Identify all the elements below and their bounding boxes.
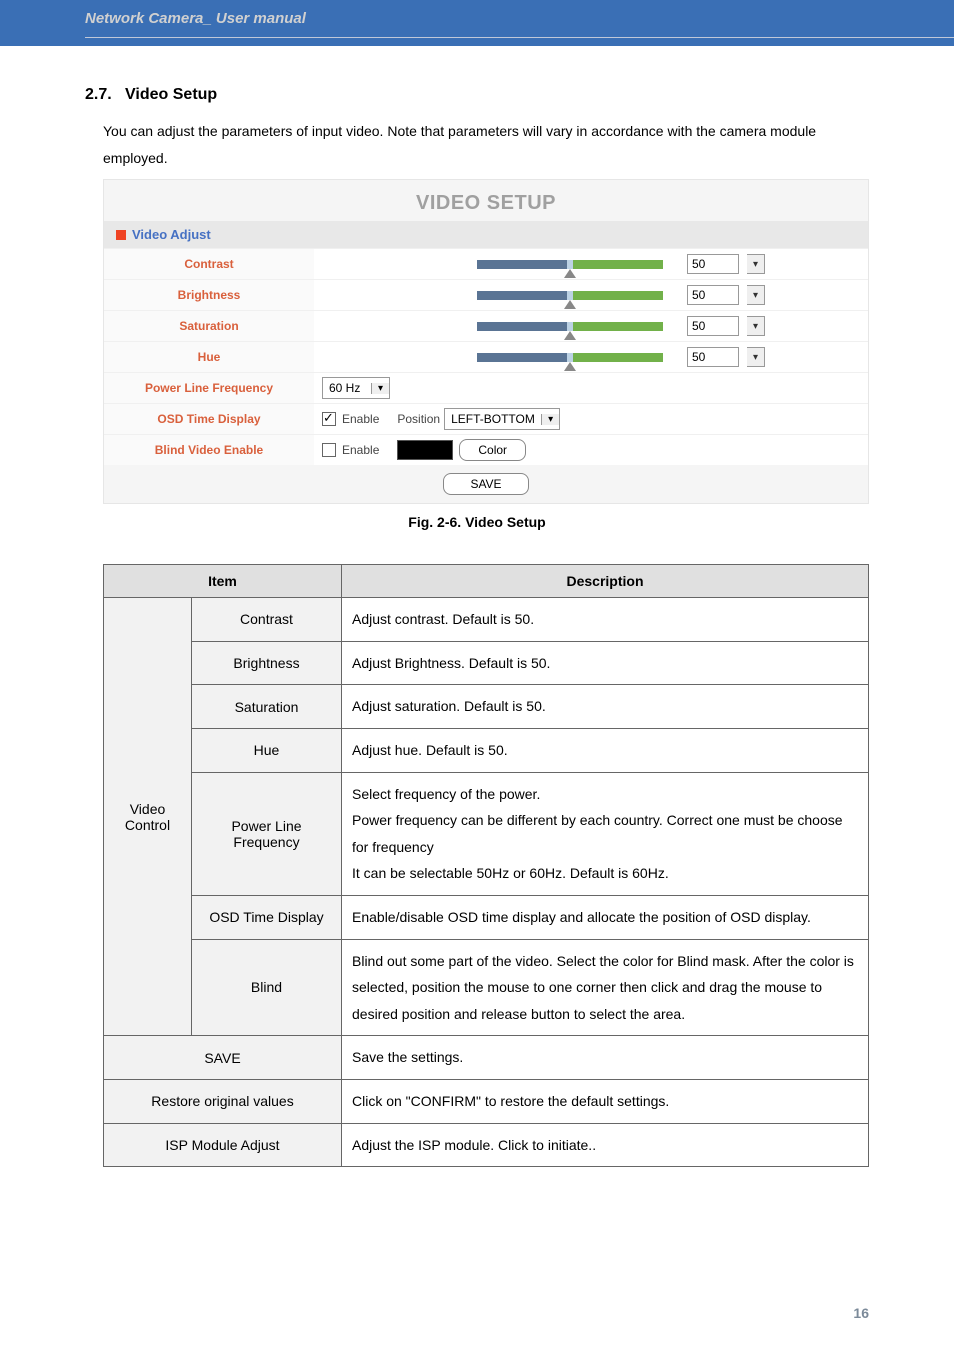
label-plf: Power Line Frequency <box>104 381 314 395</box>
row-saturation: Saturation ▾ <box>104 310 868 341</box>
blind-color-swatch[interactable] <box>397 440 453 460</box>
input-hue[interactable] <box>687 347 739 367</box>
slider-thumb-icon <box>564 331 576 340</box>
table-header-row: Item Description <box>104 565 869 598</box>
slider-saturation[interactable] <box>477 322 663 331</box>
cell-desc: Adjust saturation. Default is 50. <box>342 685 869 729</box>
osd-position-label: Position <box>397 412 440 426</box>
cell-item: Restore original values <box>104 1079 342 1123</box>
label-contrast: Contrast <box>104 257 314 271</box>
cell-item: Saturation <box>192 685 342 729</box>
dropdown-saturation[interactable]: ▾ <box>747 316 765 336</box>
section-heading: 2.7. Video Setup <box>85 86 869 104</box>
video-setup-panel: VIDEO SETUP Video Adjust Contrast ▾ <box>103 179 869 504</box>
row-blind: Blind Video Enable Enable Color <box>104 434 868 465</box>
label-saturation: Saturation <box>104 319 314 333</box>
select-plf-value: 60 Hz <box>323 381 371 395</box>
row-plf: Power Line Frequency 60 Hz ▾ <box>104 372 868 403</box>
chevron-down-icon: ▾ <box>541 414 559 425</box>
label-hue: Hue <box>104 350 314 364</box>
section-label: Video Adjust <box>132 227 211 242</box>
slider-thumb-icon <box>564 300 576 309</box>
header-title: Network Camera_ User manual <box>85 10 306 27</box>
input-brightness[interactable] <box>687 285 739 305</box>
select-osd-position-value: LEFT-BOTTOM <box>445 412 541 426</box>
cell-group: Video Control <box>104 598 192 1036</box>
cell-desc: Adjust contrast. Default is 50. <box>342 598 869 642</box>
page-header: Network Camera_ User manual <box>0 0 954 46</box>
slider-contrast[interactable] <box>477 260 663 269</box>
slider-hue[interactable] <box>477 353 663 362</box>
row-contrast: Contrast ▾ <box>104 248 868 279</box>
panel-title: VIDEO SETUP <box>104 180 868 221</box>
table-row: Restore original values Click on "CONFIR… <box>104 1079 869 1123</box>
description-table: Item Description Video Control Contrast … <box>103 564 869 1167</box>
osd-enable-label: Enable <box>342 412 379 426</box>
label-osd: OSD Time Display <box>104 412 314 426</box>
slider-thumb-icon <box>564 362 576 371</box>
cell-desc: Save the settings. <box>342 1036 869 1080</box>
page-number: 16 <box>853 1305 869 1321</box>
header-description: Description <box>342 565 869 598</box>
cell-desc: Adjust hue. Default is 50. <box>342 728 869 772</box>
row-osd: OSD Time Display Enable Position LEFT-BO… <box>104 403 868 434</box>
cell-item: Power Line Frequency <box>192 772 342 895</box>
cell-item: Contrast <box>192 598 342 642</box>
cell-desc: Select frequency of the power. Power fre… <box>342 772 869 895</box>
cell-item: SAVE <box>104 1036 342 1080</box>
header-item: Item <box>104 565 342 598</box>
select-osd-position[interactable]: LEFT-BOTTOM ▾ <box>444 408 560 430</box>
table-row: Brightness Adjust Brightness. Default is… <box>104 641 869 685</box>
table-row: Saturation Adjust saturation. Default is… <box>104 685 869 729</box>
panel-footer: SAVE <box>104 465 868 503</box>
cell-item: Hue <box>192 728 342 772</box>
input-contrast[interactable] <box>687 254 739 274</box>
section-title: Video Setup <box>125 86 217 103</box>
dropdown-brightness[interactable]: ▾ <box>747 285 765 305</box>
cell-desc: Adjust the ISP module. Click to initiate… <box>342 1123 869 1167</box>
intro-text: You can adjust the parameters of input v… <box>103 118 869 171</box>
table-row: OSD Time Display Enable/disable OSD time… <box>104 895 869 939</box>
label-brightness: Brightness <box>104 288 314 302</box>
cell-item: Brightness <box>192 641 342 685</box>
cell-desc: Enable/disable OSD time display and allo… <box>342 895 869 939</box>
cell-item: ISP Module Adjust <box>104 1123 342 1167</box>
table-row: Power Line Frequency Select frequency of… <box>104 772 869 895</box>
table-row: ISP Module Adjust Adjust the ISP module.… <box>104 1123 869 1167</box>
select-plf[interactable]: 60 Hz ▾ <box>322 377 390 399</box>
header-underline <box>85 37 954 38</box>
save-button[interactable]: SAVE <box>443 473 528 495</box>
cell-desc: Click on "CONFIRM" to restore the defaul… <box>342 1079 869 1123</box>
checkbox-osd-enable[interactable] <box>322 412 336 426</box>
figure-caption: Fig. 2-6. Video Setup <box>85 514 869 530</box>
dropdown-contrast[interactable]: ▾ <box>747 254 765 274</box>
row-hue: Hue ▾ <box>104 341 868 372</box>
label-blind: Blind Video Enable <box>104 443 314 457</box>
row-brightness: Brightness ▾ <box>104 279 868 310</box>
table-row: SAVE Save the settings. <box>104 1036 869 1080</box>
cell-desc: Adjust Brightness. Default is 50. <box>342 641 869 685</box>
chevron-down-icon: ▾ <box>371 383 389 394</box>
color-button[interactable]: Color <box>459 439 526 461</box>
cell-item: Blind <box>192 939 342 1036</box>
checkbox-blind-enable[interactable] <box>322 443 336 457</box>
video-adjust-section-header: Video Adjust <box>104 221 868 248</box>
blind-enable-label: Enable <box>342 443 379 457</box>
cell-item: OSD Time Display <box>192 895 342 939</box>
table-row: Video Control Contrast Adjust contrast. … <box>104 598 869 642</box>
slider-thumb-icon <box>564 269 576 278</box>
cell-desc: Blind out some part of the video. Select… <box>342 939 869 1036</box>
slider-brightness[interactable] <box>477 291 663 300</box>
table-row: Hue Adjust hue. Default is 50. <box>104 728 869 772</box>
input-saturation[interactable] <box>687 316 739 336</box>
section-bullet-icon <box>116 230 126 240</box>
dropdown-hue[interactable]: ▾ <box>747 347 765 367</box>
section-number: 2.7. <box>85 86 112 103</box>
table-row: Blind Blind out some part of the video. … <box>104 939 869 1036</box>
